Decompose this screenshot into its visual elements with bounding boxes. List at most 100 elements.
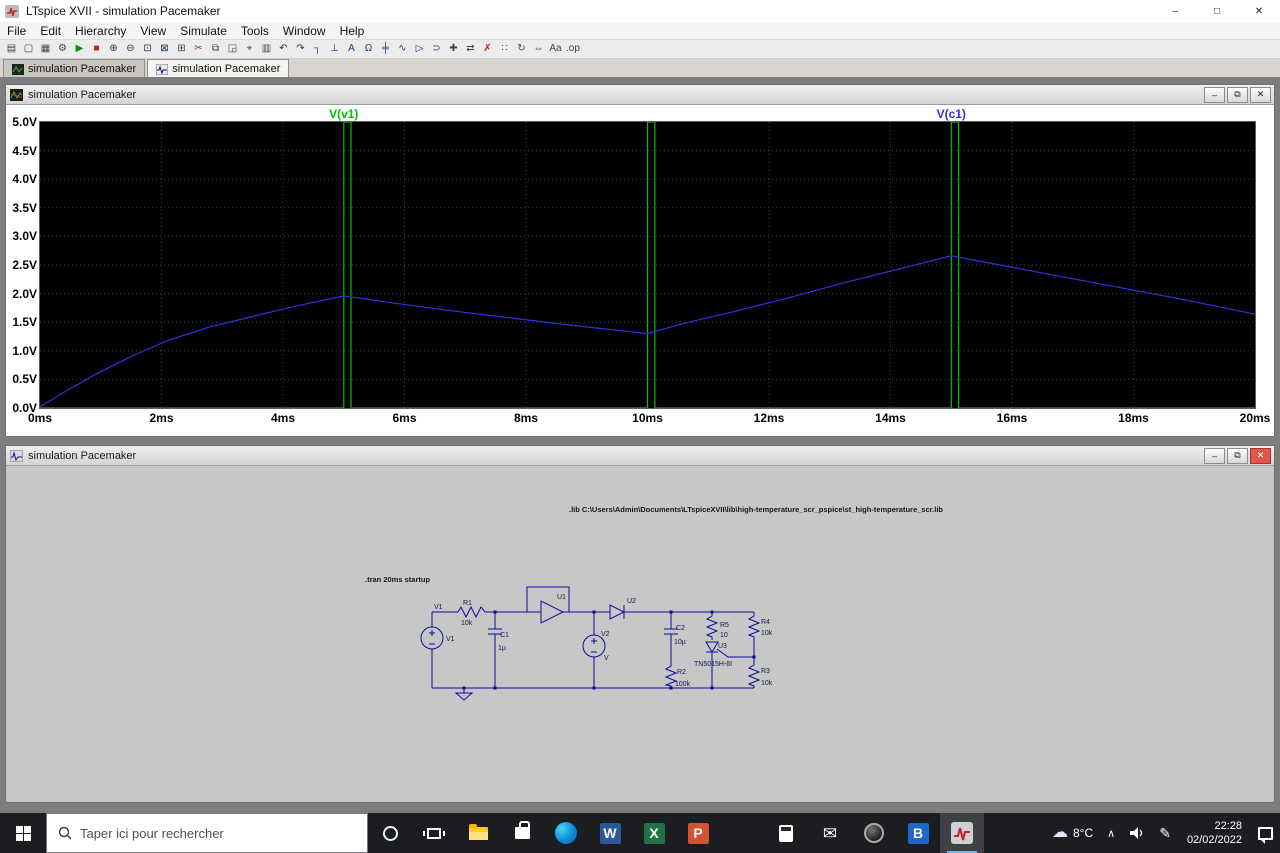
trace-label-vv1[interactable]: V(v1) bbox=[329, 107, 358, 121]
menu-simulate[interactable]: Simulate bbox=[173, 22, 234, 39]
r3-name-label[interactable]: R3 bbox=[761, 668, 770, 675]
taskbar-microsoft-store-button[interactable] bbox=[500, 813, 544, 853]
toolbar-open-button[interactable]: ▢ bbox=[20, 41, 37, 58]
u3-value-label[interactable]: TN5015H-6I bbox=[694, 661, 732, 668]
trace-label-vc1[interactable]: V(c1) bbox=[937, 107, 966, 121]
toolbar-diode-button[interactable]: ▷ bbox=[411, 41, 428, 58]
toolbar-wire-button[interactable]: ┐ bbox=[309, 41, 326, 58]
r1-value-label[interactable]: 10k bbox=[461, 620, 473, 627]
toolbar-new-schematic-button[interactable]: ▤ bbox=[3, 41, 20, 58]
c2-name-label[interactable]: C2 bbox=[676, 625, 685, 632]
taskbar-ltspice-button[interactable] bbox=[940, 813, 984, 853]
r2-name-label[interactable]: R2 bbox=[677, 669, 686, 676]
tab-schematic[interactable]: simulation Pacemaker bbox=[147, 59, 290, 78]
notification-center-button[interactable] bbox=[1251, 813, 1280, 853]
r2-value-label[interactable]: 100k bbox=[675, 681, 691, 688]
toolbar-duplicate-button[interactable]: ∷ bbox=[496, 41, 513, 58]
volume-button[interactable] bbox=[1122, 813, 1152, 853]
taskbar-edge-button[interactable] bbox=[544, 813, 588, 853]
taskbar-word-button[interactable]: W bbox=[588, 813, 632, 853]
toolbar-zoom-in-button[interactable]: ⊕ bbox=[105, 41, 122, 58]
menu-edit[interactable]: Edit bbox=[33, 22, 68, 39]
tray-overflow-button[interactable]: ∧ bbox=[1100, 813, 1122, 853]
taskbar-calculator-button[interactable] bbox=[764, 813, 808, 853]
toolbar-run-button[interactable]: ▶ bbox=[71, 41, 88, 58]
menu-file[interactable]: File bbox=[0, 22, 33, 39]
toolbar-find-button[interactable]: ⌖ bbox=[241, 41, 258, 58]
waveform-restore-button[interactable]: ⧉ bbox=[1227, 86, 1248, 103]
tran-directive-text[interactable]: .tran 20ms startup bbox=[365, 575, 430, 584]
minimize-button[interactable]: – bbox=[1154, 0, 1196, 22]
toolbar-drag-button[interactable]: ⇄ bbox=[462, 41, 479, 58]
waveform-minimize-button[interactable]: – bbox=[1204, 86, 1225, 103]
r5-name-label[interactable]: R5 bbox=[720, 622, 729, 629]
taskbar-clock[interactable]: 22:28 02/02/2022 bbox=[1178, 819, 1251, 847]
toolbar-redo-button[interactable]: ↷ bbox=[292, 41, 309, 58]
ink-workspace-button[interactable]: ✎ bbox=[1152, 813, 1178, 853]
toolbar-copy-button[interactable]: ⧉ bbox=[207, 41, 224, 58]
toolbar-grid-button[interactable]: ⊞ bbox=[173, 41, 190, 58]
tab-waveform[interactable]: simulation Pacemaker bbox=[3, 59, 146, 78]
waveform-plot[interactable] bbox=[39, 121, 1256, 409]
taskbar-browser-button[interactable] bbox=[852, 813, 896, 853]
waveform-close-button[interactable]: ✕ bbox=[1250, 86, 1271, 103]
toolbar-rotate-button[interactable]: ↻ bbox=[513, 41, 530, 58]
schematic-close-button[interactable]: ✕ bbox=[1250, 447, 1271, 464]
v2-value-label[interactable]: V bbox=[604, 655, 609, 662]
toolbar-label-net-button[interactable]: A bbox=[343, 41, 360, 58]
toolbar-zoom-area-button[interactable]: ⊡ bbox=[139, 41, 156, 58]
menu-help[interactable]: Help bbox=[333, 22, 372, 39]
toolbar-print-button[interactable]: ▥ bbox=[258, 41, 275, 58]
schematic-pane[interactable]: .lib C:\Users\Admin\Documents\LTspiceXVI… bbox=[6, 466, 1274, 802]
c2-value-label[interactable]: 10µ bbox=[674, 639, 686, 646]
toolbar-delete-button[interactable]: ✗ bbox=[479, 41, 496, 58]
r4-name-label[interactable]: R4 bbox=[761, 619, 770, 626]
toolbar-zoom-out-button[interactable]: ⊖ bbox=[122, 41, 139, 58]
start-button[interactable] bbox=[0, 813, 46, 853]
maximize-button[interactable]: □ bbox=[1196, 0, 1238, 22]
r3-value-label[interactable]: 10k bbox=[761, 680, 773, 687]
u1-name-label[interactable]: U1 bbox=[557, 594, 566, 601]
toolbar-capacitor-button[interactable]: ╪ bbox=[377, 41, 394, 58]
taskbar-b-app-button[interactable]: B bbox=[896, 813, 940, 853]
r4-value-label[interactable]: 10k bbox=[761, 630, 773, 637]
search-input[interactable] bbox=[79, 825, 356, 841]
u2-name-label[interactable]: U2 bbox=[627, 598, 636, 605]
taskbar-powerpoint-button[interactable]: P bbox=[676, 813, 720, 853]
menu-window[interactable]: Window bbox=[276, 22, 333, 39]
taskbar-search[interactable] bbox=[46, 813, 368, 853]
taskbar-excel-button[interactable]: X bbox=[632, 813, 676, 853]
c1-name-label[interactable]: C1 bbox=[500, 632, 509, 639]
app-titlebar[interactable]: LTspice XVII - simulation Pacemaker – □ … bbox=[0, 0, 1280, 22]
toolbar-undo-button[interactable]: ↶ bbox=[275, 41, 292, 58]
v2-name-label[interactable]: V2 bbox=[601, 631, 610, 638]
toolbar-zoom-fit-button[interactable]: ⊠ bbox=[156, 41, 173, 58]
close-button[interactable]: ✕ bbox=[1238, 0, 1280, 22]
weather-widget[interactable]: ☁ 8°C bbox=[1045, 813, 1100, 853]
menu-hierarchy[interactable]: Hierarchy bbox=[68, 22, 133, 39]
r5-value-label[interactable]: 10 bbox=[720, 632, 728, 639]
toolbar-move-button[interactable]: ✚ bbox=[445, 41, 462, 58]
toolbar-component-button[interactable]: ⊃ bbox=[428, 41, 445, 58]
taskbar-task-view-button[interactable] bbox=[412, 813, 456, 853]
r1-name-label[interactable]: R1 bbox=[463, 600, 472, 607]
toolbar-cut-button[interactable]: ✂ bbox=[190, 41, 207, 58]
toolbar-text-button[interactable]: Aa bbox=[547, 41, 564, 58]
v1-name-label[interactable]: V1 bbox=[446, 636, 455, 643]
c1-value-label[interactable]: 1µ bbox=[498, 645, 506, 652]
menu-tools[interactable]: Tools bbox=[234, 22, 276, 39]
waveform-pane[interactable]: V(v1) V(c1) 5.0V 4.5V 4.0V 3.5V 3.0V 2.5V 2.0V 1… bbox=[6, 105, 1274, 436]
taskbar-file-explorer-button[interactable] bbox=[456, 813, 500, 853]
taskbar-settings-button[interactable] bbox=[720, 813, 764, 853]
net-label-v1[interactable]: V1 bbox=[434, 604, 443, 611]
taskbar-cortana-button[interactable] bbox=[368, 813, 412, 853]
toolbar-mirror-button[interactable]: ⇔ bbox=[530, 41, 547, 58]
toolbar-paste-button[interactable]: ◲ bbox=[224, 41, 241, 58]
lib-directive-text[interactable]: .lib C:\Users\Admin\Documents\LTspiceXVI… bbox=[569, 505, 943, 514]
schematic-restore-button[interactable]: ⧉ bbox=[1227, 447, 1248, 464]
toolbar-resistor-button[interactable]: Ω bbox=[360, 41, 377, 58]
toolbar-spice-directive-button[interactable]: .op bbox=[564, 41, 582, 58]
menu-view[interactable]: View bbox=[133, 22, 173, 39]
toolbar-save-button[interactable]: ▦ bbox=[37, 41, 54, 58]
taskbar-mail-button[interactable]: ✉ bbox=[808, 813, 852, 853]
